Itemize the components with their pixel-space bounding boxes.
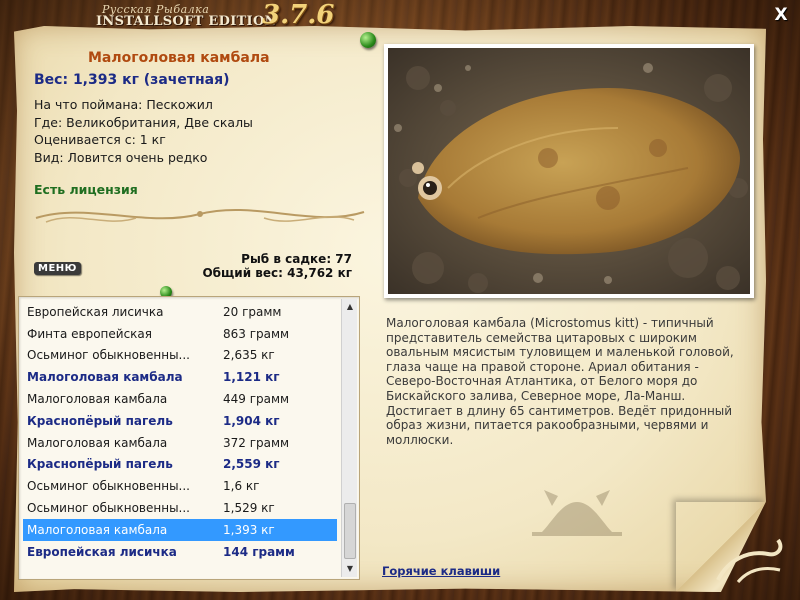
fish-description: Малоголовая камбала (Microstomus kitt) -… bbox=[386, 316, 734, 447]
cage-total-weight: Общий вес: 43,762 кг bbox=[202, 266, 352, 280]
catch-item-name: Малоголовая камбала bbox=[27, 392, 168, 407]
version-label: 3.7.6 bbox=[262, 0, 335, 30]
list-scrollbar[interactable]: ▲ ▼ bbox=[341, 299, 357, 577]
catch-list-item[interactable]: Малоголовая камбала 1,393 кг bbox=[23, 518, 337, 541]
brand-title: INSTALLSOFT EDITION bbox=[96, 14, 277, 29]
catch-list-item[interactable]: Малоголовая камбала 372 грамм bbox=[23, 432, 337, 454]
catch-item-name: Малоголовая камбала bbox=[27, 522, 168, 537]
catch-item-name: Малоголовая камбала bbox=[27, 370, 183, 385]
catch-list-rows: Европейская лисичка 20 грамм Финта европей… bbox=[23, 301, 337, 563]
catch-item-name: Краснопёрый пагель bbox=[27, 413, 173, 428]
catch-list-item[interactable]: Краснопёрый пагель 2,559 кг bbox=[23, 454, 337, 476]
catch-list-item[interactable]: Малоголовая камбала 449 грамм bbox=[23, 388, 337, 410]
catch-list-item[interactable]: Осьминог обыкновенны... 1,529 кг bbox=[23, 497, 337, 519]
fish-title: Малоголовая камбала bbox=[88, 50, 270, 66]
fish-weight: Вес: 1,393 кг (зачетная) bbox=[34, 72, 230, 88]
rarity-line: Вид: Ловится очень редко bbox=[34, 149, 208, 165]
catch-list-item[interactable]: Осьминог обыкновенны... 2,635 кг bbox=[23, 345, 337, 367]
catch-item-name: Краснопёрый пагель bbox=[27, 457, 173, 472]
catch-item-weight: 1,393 кг bbox=[223, 522, 275, 537]
pushpin-icon bbox=[360, 32, 376, 48]
corner-ornament bbox=[716, 538, 783, 584]
license-status: Есть лицензия bbox=[34, 182, 138, 197]
catch-item-weight: 1,6 кг bbox=[223, 479, 260, 494]
catch-item-name: Европейская лисичка bbox=[27, 304, 164, 319]
fish-photo-frame bbox=[384, 44, 754, 298]
crab-stamp-icon bbox=[532, 490, 622, 536]
catch-item-name: Малоголовая камбала bbox=[27, 435, 168, 450]
valued-line: Оценивается с: 1 кг bbox=[34, 132, 166, 147]
cage-count: Рыб в садке: 77 bbox=[241, 252, 352, 266]
catch-item-name: Осьминог обыкновенны... bbox=[27, 348, 190, 363]
fish-photo bbox=[388, 48, 750, 294]
catch-item-weight: 2,559 кг bbox=[223, 457, 280, 472]
catch-list-item[interactable]: Краснопёрый пагель 1,904 кг bbox=[23, 410, 337, 432]
cage-stats: Рыб в садке: 77 Общий вес: 43,762 кг bbox=[202, 252, 352, 280]
catch-item-weight: 2,635 кг bbox=[223, 348, 275, 363]
catch-list-item[interactable]: Осьминог обыкновенны... 1,6 кг bbox=[23, 475, 337, 497]
catch-item-name: Осьминог обыкновенны... bbox=[27, 501, 190, 516]
catch-item-name: Европейская лисичка bbox=[27, 544, 177, 559]
scrollbar-thumb[interactable] bbox=[344, 503, 356, 559]
catch-item-name: Осьминог обыкновенны... bbox=[27, 479, 190, 494]
catch-list-item[interactable]: Малоголовая камбала 1,121 кг bbox=[23, 366, 337, 388]
menu-button[interactable]: МЕНЮ bbox=[34, 262, 81, 275]
catch-list-item[interactable]: Финта европейская 863 грамм bbox=[23, 323, 337, 345]
catch-item-weight: 1,904 кг bbox=[223, 413, 280, 428]
chevron-down-icon[interactable]: ▼ bbox=[342, 561, 358, 577]
catch-item-weight: 20 грамм bbox=[223, 304, 282, 319]
catch-item-name: Финта европейская bbox=[27, 326, 152, 341]
flourish-divider bbox=[35, 208, 365, 223]
catch-item-weight: 1,529 кг bbox=[223, 501, 275, 516]
catch-list-item[interactable]: Европейская лисичка 20 грамм bbox=[23, 301, 337, 323]
chevron-up-icon[interactable]: ▲ bbox=[342, 299, 358, 315]
close-icon[interactable]: X bbox=[772, 6, 790, 24]
catch-item-weight: 1,121 кг bbox=[223, 370, 280, 385]
fish-info: На что поймана: Пескожил Где: Великобрит… bbox=[34, 96, 253, 166]
catch-list: Европейская лисичка 20 грамм Финта европей… bbox=[18, 296, 360, 580]
location-line: Где: Великобритания, Две скалы bbox=[34, 114, 253, 130]
bait-line: На что поймана: Пескожил bbox=[34, 97, 213, 112]
catch-list-item[interactable]: Европейская лисичка 144 грамм bbox=[23, 541, 337, 563]
catch-item-weight: 144 грамм bbox=[223, 544, 295, 559]
catch-item-weight: 449 грамм bbox=[223, 392, 290, 407]
catch-item-weight: 863 грамм bbox=[223, 326, 290, 341]
hotkeys-link[interactable]: Горячие клавиши bbox=[382, 564, 500, 578]
catch-item-weight: 372 грамм bbox=[223, 435, 290, 450]
